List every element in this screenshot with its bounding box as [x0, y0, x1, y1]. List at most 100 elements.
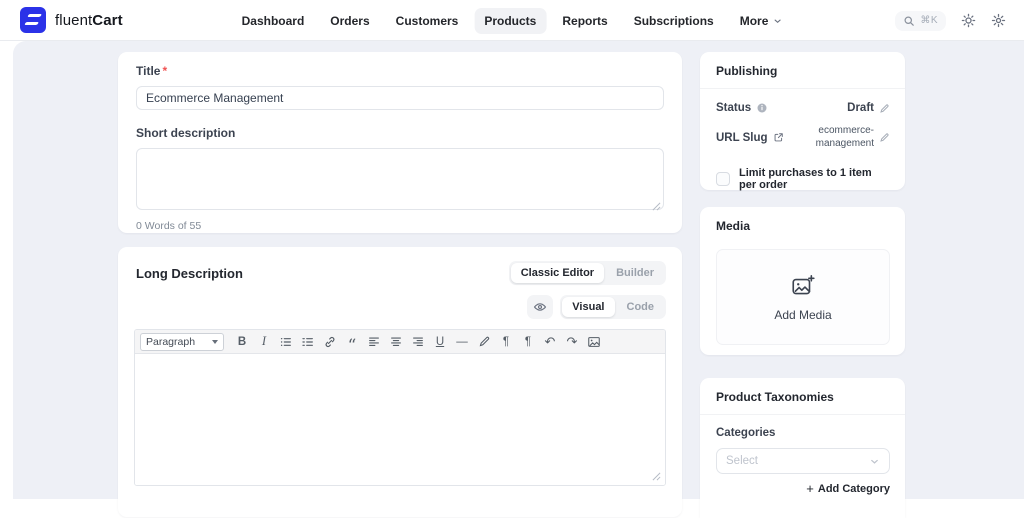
blockquote-button[interactable]: “	[342, 332, 362, 355]
slug-label: URL Slug	[716, 131, 768, 144]
align-center-icon	[391, 336, 401, 346]
slug-row: URL Slug ecommerce-management	[700, 125, 905, 150]
limit-purchase-row: Limit purchases to 1 item per order	[700, 167, 905, 191]
fluentcart-logo-icon	[20, 7, 46, 33]
chevron-down-icon	[871, 459, 878, 464]
media-title: Media	[716, 219, 751, 233]
undo-button[interactable]: ↶	[540, 332, 560, 352]
nav-item-orders[interactable]: Orders	[320, 8, 379, 34]
format-select[interactable]: Paragraph	[140, 332, 224, 351]
limit-purchase-checkbox[interactable]	[716, 172, 730, 186]
nav-item-dashboard[interactable]: Dashboard	[232, 8, 315, 34]
clear-format-button[interactable]	[474, 332, 494, 352]
insert-image-button[interactable]	[584, 332, 604, 352]
search-icon	[904, 16, 915, 26]
nav-item-subscriptions[interactable]: Subscriptions	[624, 8, 724, 34]
image-icon	[588, 336, 600, 347]
format-select-value: Paragraph	[146, 335, 196, 348]
categories-label: Categories	[716, 427, 776, 439]
rich-text-editor: Paragraph B I “ U — ¶ ¶ ↶ ↷	[134, 329, 666, 486]
status-value-wrap[interactable]: Draft	[847, 102, 890, 114]
slug-value: ecommerce-management	[815, 125, 874, 149]
slug-value-wrap[interactable]: ecommerce-management	[794, 125, 890, 150]
editor-content-area[interactable]	[135, 354, 665, 485]
brand-logo[interactable]: fluentCart	[0, 7, 123, 33]
align-right-icon	[413, 336, 423, 346]
publishing-title: Publishing	[716, 64, 778, 78]
align-left-icon	[369, 336, 379, 346]
status-label-wrap: Status	[716, 102, 768, 114]
link-button[interactable]	[320, 332, 340, 352]
resize-grip-icon[interactable]	[652, 202, 661, 211]
top-navigation-bar: fluentCart Dashboard Orders Customers Pr…	[0, 0, 1024, 41]
nav-item-products[interactable]: Products	[474, 7, 547, 34]
tab-visual[interactable]: Visual	[562, 297, 615, 317]
settings-gear-icon	[991, 13, 1006, 28]
bold-button[interactable]: B	[232, 332, 252, 352]
publishing-card: Publishing Status Draft URL Slug ecommer…	[700, 52, 905, 191]
search-shortcut: ⌘K	[920, 15, 938, 26]
basic-info-card: Title* Short description 0 Words of 55	[118, 52, 682, 233]
bulleted-list-button[interactable]	[276, 332, 296, 352]
align-center-button[interactable]	[386, 332, 406, 352]
bulleted-list-icon	[280, 337, 291, 346]
taxonomies-body: Categories Select + Add Category	[700, 415, 905, 495]
short-description-wrap	[136, 148, 664, 215]
link-icon	[325, 336, 335, 347]
add-media-dropzone[interactable]: Add Media	[716, 249, 890, 345]
theme-sun-icon	[961, 13, 976, 28]
align-right-button[interactable]	[408, 332, 428, 352]
divider	[700, 88, 905, 89]
topbar-actions: ⌘K	[895, 0, 1006, 41]
add-media-label: Add Media	[774, 307, 832, 322]
add-media-image-icon	[792, 274, 815, 294]
redo-button[interactable]: ↷	[562, 332, 582, 352]
align-left-button[interactable]	[364, 332, 384, 352]
tab-builder[interactable]: Builder	[606, 263, 664, 283]
tab-classic-editor[interactable]: Classic Editor	[510, 263, 605, 283]
categories-select[interactable]: Select	[716, 448, 890, 474]
media-card: Media Add Media	[700, 207, 905, 355]
brand-name: fluentCart	[55, 12, 123, 29]
product-edit-page: fluentCart Dashboard Orders Customers Pr…	[0, 0, 1024, 518]
horizontal-rule-button[interactable]: —	[452, 332, 472, 352]
status-value: Draft	[847, 102, 874, 114]
preview-button[interactable]	[527, 295, 554, 319]
categories-select-placeholder: Select	[726, 455, 758, 467]
ltr-button[interactable]: ¶	[496, 332, 516, 352]
rtl-button[interactable]: ¶	[518, 332, 538, 352]
info-icon	[757, 103, 767, 113]
add-category-label: Add Category	[817, 483, 890, 495]
long-description-title: Long Description	[136, 265, 243, 281]
slug-label-wrap: URL Slug	[716, 132, 784, 144]
word-count: 0 Words of 55	[136, 220, 202, 232]
brand-name-regular: fluent	[55, 11, 93, 29]
long-description-card: Long Description Classic Editor Builder …	[118, 247, 682, 517]
add-category-button[interactable]: + Add Category	[716, 482, 890, 495]
chevron-down-icon	[774, 19, 781, 23]
numbered-list-button[interactable]	[298, 332, 318, 352]
title-input[interactable]	[136, 86, 664, 110]
title-field-label: Title *	[136, 64, 664, 78]
caret-down-icon	[212, 339, 218, 344]
search-button[interactable]: ⌘K	[895, 10, 946, 31]
edit-pencil-icon[interactable]	[879, 103, 890, 114]
numbered-list-icon	[302, 337, 313, 346]
brand-name-bold: Cart	[92, 11, 123, 29]
tab-code[interactable]: Code	[617, 297, 665, 317]
underline-button[interactable]: U	[430, 332, 450, 352]
short-description-label: Short description	[136, 126, 236, 140]
external-link-icon[interactable]	[773, 132, 784, 143]
italic-button[interactable]: I	[254, 332, 274, 352]
short-description-textarea[interactable]	[136, 148, 664, 210]
nav-item-more[interactable]: More	[730, 8, 793, 34]
taxonomies-title: Product Taxonomies	[716, 390, 834, 404]
nav-item-customers[interactable]: Customers	[386, 8, 469, 34]
settings-button[interactable]	[991, 13, 1006, 28]
editor-resize-grip-icon[interactable]	[652, 472, 661, 481]
visual-code-toggle: Visual Code	[560, 295, 666, 319]
theme-toggle-button[interactable]	[961, 13, 976, 28]
nav-item-reports[interactable]: Reports	[552, 8, 617, 34]
editor-mode-row: Visual Code	[132, 295, 666, 319]
edit-pencil-icon[interactable]	[879, 132, 890, 143]
